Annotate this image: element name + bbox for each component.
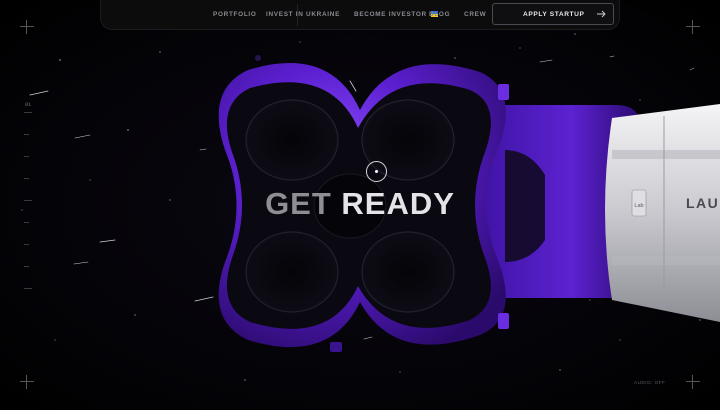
corner-mark-bottom-right (686, 375, 700, 389)
corner-mark-bottom-left (20, 375, 34, 389)
rocket-badge: Lab (634, 203, 643, 209)
clover-adapter (218, 55, 509, 352)
ruler-tick (24, 244, 29, 245)
corner-mark-top-right (686, 20, 700, 34)
ruler-tick (24, 266, 29, 267)
hero-stage: Lab LAU PORTFOLIO INVEST IN UKRAINE BECO… (0, 0, 720, 410)
nav-link-portfolio[interactable]: PORTFOLIO (213, 11, 257, 18)
cursor-ring-icon (366, 161, 387, 182)
home-logo-button[interactable] (140, 5, 160, 25)
ruler-tick (24, 288, 32, 289)
rocket-body: Lab LAU (605, 104, 720, 322)
ruler-tick (24, 222, 29, 223)
nav-link-become-investor[interactable]: BECOME INVESTOR (354, 11, 427, 18)
nav-link-crew[interactable]: CREW (464, 11, 486, 18)
apply-startup-button[interactable]: APPLY STARTUP (492, 3, 614, 25)
audio-toggle[interactable]: AUDIO: OFF (634, 380, 665, 385)
ruler-tick (24, 156, 29, 157)
corner-mark-top-left (20, 20, 34, 34)
arrow-right-icon (597, 10, 606, 18)
ruler-tick (24, 112, 32, 113)
top-navbar: PORTFOLIO INVEST IN UKRAINE BECOME INVES… (100, 0, 620, 30)
nav-link-invest-in-ukraine[interactable]: INVEST IN UKRAINE (266, 11, 340, 18)
nav-link-blog[interactable]: BLOG (429, 11, 450, 18)
rocket-scene: Lab LAU (21, 9, 720, 381)
ruler-tick (24, 134, 29, 135)
apply-startup-label: APPLY STARTUP (523, 10, 585, 18)
ruler-tick (24, 178, 29, 179)
ruler-tick (24, 200, 32, 201)
section-number: 01 (25, 102, 32, 108)
rocket-brand-text: LAU (686, 195, 719, 211)
